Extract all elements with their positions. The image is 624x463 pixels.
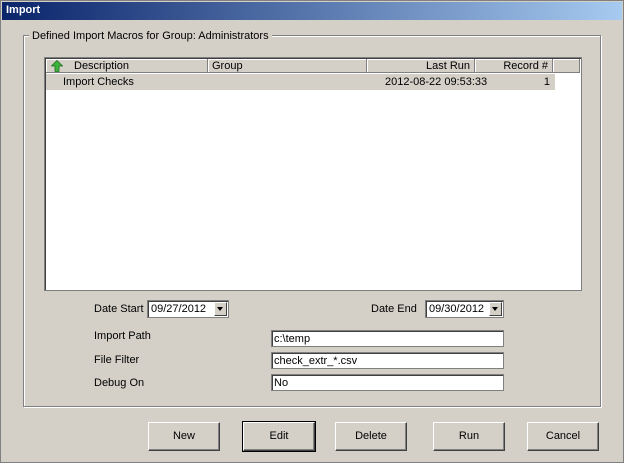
cell-last-run: 2012-08-22 09:53:33 [385, 76, 488, 88]
list-header: Description Group Last Run Record # [46, 59, 581, 74]
new-button[interactable]: New [148, 422, 220, 451]
debug-on-label: Debug On [94, 377, 145, 389]
import-path-label: Import Path [94, 330, 151, 342]
import-path-field[interactable] [271, 330, 504, 347]
sort-up-arrow-icon [51, 60, 63, 72]
column-label-record: Record # [503, 60, 548, 72]
macros-list[interactable]: Description Group Last Run Record # Impo… [44, 57, 582, 291]
date-end-dropdown-icon[interactable] [489, 302, 502, 316]
date-end-label: Date End [371, 303, 417, 315]
date-end-combo[interactable]: 09/30/2012 [425, 300, 504, 318]
group-box-label: Defined Import Macros for Group: Adminis… [29, 30, 272, 42]
edit-button[interactable]: Edit [242, 421, 316, 452]
cell-record: 1 [543, 76, 550, 88]
title-bar[interactable]: Import [2, 2, 622, 20]
table-row[interactable]: Import Checks 2012-08-22 09:53:33 1 [46, 74, 555, 90]
cancel-button[interactable]: Cancel [527, 422, 599, 451]
cell-description: Import Checks [63, 76, 134, 88]
import-window: Import Defined Import Macros for Group: … [0, 0, 624, 463]
debug-on-field[interactable] [271, 374, 504, 391]
file-filter-field[interactable] [271, 352, 504, 369]
column-header-group[interactable]: Group [208, 59, 367, 73]
column-label-group: Group [212, 60, 243, 72]
window-title: Import [6, 4, 41, 16]
file-filter-label: File Filter [94, 354, 140, 366]
column-label-last-run: Last Run [425, 60, 470, 72]
date-start-value: 09/27/2012 [151, 303, 207, 315]
file-filter-input[interactable] [274, 354, 498, 367]
date-start-dropdown-icon[interactable] [214, 302, 227, 316]
column-label-description: Description [74, 60, 130, 72]
run-button[interactable]: Run [433, 422, 505, 451]
column-header-description[interactable]: Description [46, 59, 208, 73]
date-start-combo[interactable]: 09/27/2012 [147, 300, 229, 318]
debug-on-input[interactable] [274, 376, 498, 389]
import-path-input[interactable] [274, 332, 498, 345]
column-header-record[interactable]: Record # [475, 59, 553, 73]
date-end-value: 09/30/2012 [429, 303, 485, 315]
date-start-label: Date Start [94, 303, 144, 315]
column-header-filler [553, 59, 580, 73]
column-header-last-run[interactable]: Last Run [367, 59, 475, 73]
delete-button[interactable]: Delete [335, 422, 407, 451]
